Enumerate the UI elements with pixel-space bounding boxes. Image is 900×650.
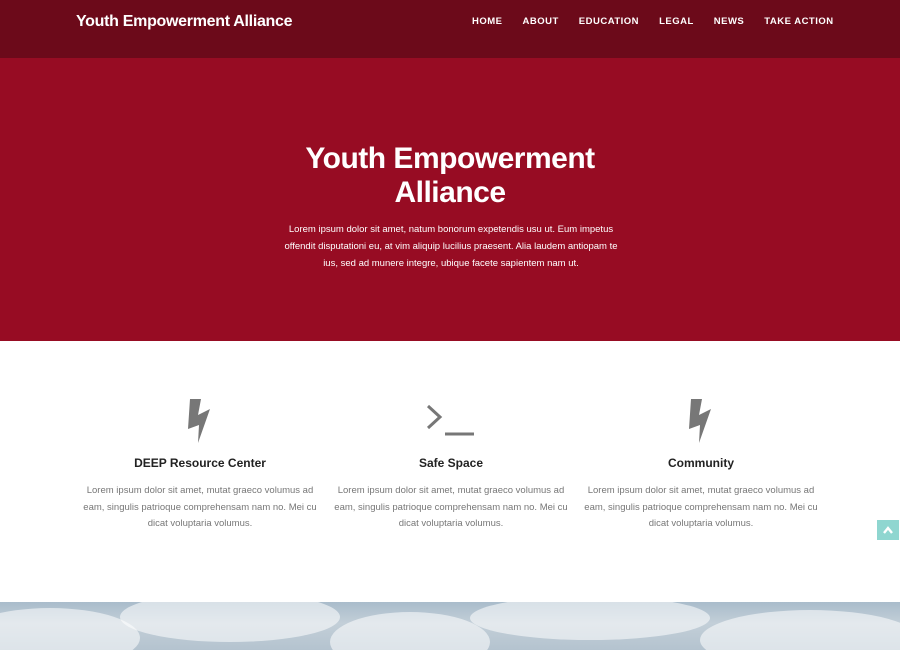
scroll-to-top-button[interactable]: [877, 520, 899, 540]
hero-title: Youth Empowerment Alliance: [305, 142, 595, 209]
nav-home[interactable]: HOME: [472, 16, 503, 27]
chevron-up-icon: [883, 526, 893, 534]
feature-description: Lorem ipsum dolor sit amet, mutat graeco…: [83, 485, 317, 529]
lightning-bolt-icon: [82, 392, 318, 448]
terminal-icon: [333, 392, 569, 448]
nav-education[interactable]: EDUCATION: [579, 16, 639, 27]
navbar: Youth Empowerment Alliance HOME ABOUT ED…: [0, 0, 900, 58]
hero-section: Youth Empowerment Alliance Lorem ipsum d…: [0, 58, 900, 341]
nav-legal[interactable]: LEGAL: [659, 16, 694, 27]
feature-safe-space: Safe Space Lorem ipsum dolor sit amet, m…: [333, 392, 569, 533]
feature-title: Safe Space: [418, 456, 484, 470]
sky-background-image: [0, 602, 900, 650]
main-nav: HOME ABOUT EDUCATION LEGAL NEWS TAKE ACT…: [472, 16, 854, 27]
feature-title: Community: [668, 456, 734, 470]
lightning-bolt-icon: [583, 392, 819, 448]
feature-description: Lorem ipsum dolor sit amet, mutat graeco…: [334, 485, 568, 529]
nav-take-action[interactable]: TAKE ACTION: [764, 16, 833, 27]
feature-community: Community Lorem ipsum dolor sit amet, mu…: [583, 392, 819, 533]
nav-news[interactable]: NEWS: [714, 16, 745, 27]
feature-description: Lorem ipsum dolor sit amet, mutat graeco…: [584, 485, 818, 529]
feature-title: DEEP Resource Center: [134, 456, 266, 470]
nav-about[interactable]: ABOUT: [523, 16, 559, 27]
brand-logo-link[interactable]: Youth Empowerment Alliance: [76, 13, 293, 31]
hero-description: Lorem ipsum dolor sit amet, natum bonoru…: [284, 224, 618, 269]
feature-deep-resource-center: DEEP Resource Center Lorem ipsum dolor s…: [82, 392, 318, 533]
